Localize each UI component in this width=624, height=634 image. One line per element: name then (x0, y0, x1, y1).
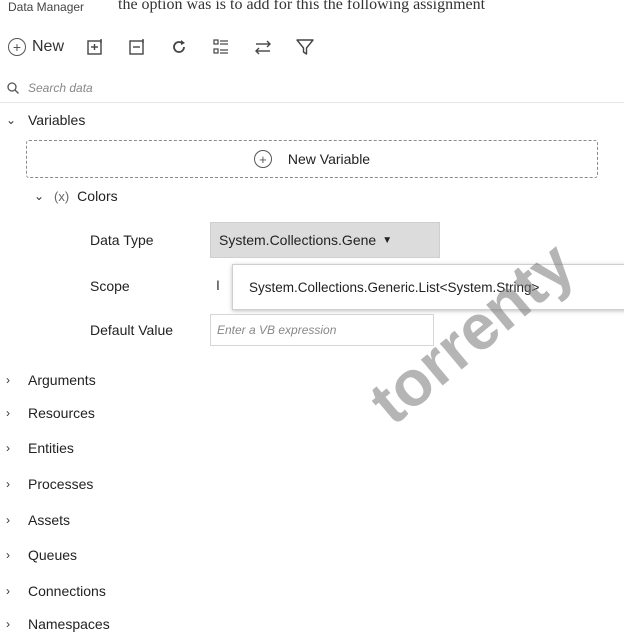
new-variable-label: New Variable (287, 151, 371, 167)
tree-item-entities[interactable]: › Entities (6, 438, 74, 458)
add-circle-icon: + (8, 38, 26, 56)
refresh-icon[interactable] (168, 36, 190, 58)
tree-item-namespaces[interactable]: › Namespaces (6, 614, 110, 634)
data-type-select[interactable]: System.Collections.Gene ▼ (210, 222, 440, 258)
chevron-right-icon: › (6, 477, 10, 491)
add-circle-icon: + (253, 150, 272, 168)
section-label: Queues (28, 547, 78, 563)
search-input[interactable] (26, 80, 530, 96)
tree-item-processes[interactable]: › Processes (6, 474, 93, 494)
tree-item-assets[interactable]: › Assets (6, 510, 70, 530)
variable-icon: (x) (54, 188, 70, 204)
tree-item-colors[interactable]: ⌄ (x) Colors (34, 188, 118, 204)
section-label: Processes (28, 476, 94, 492)
sort-icon[interactable] (252, 36, 274, 58)
data-type-tooltip: System.Collections.Generic.List<System.S… (232, 264, 624, 310)
data-type-value: System.Collections.Gene (219, 232, 377, 248)
colors-label: Colors (77, 188, 118, 204)
new-button-label: New (32, 38, 65, 55)
toolbar: + New (8, 34, 336, 60)
chevron-right-icon: › (6, 441, 10, 455)
expand-all-icon[interactable] (84, 36, 106, 58)
chevron-down-icon: ⌄ (34, 189, 45, 203)
new-button[interactable]: + New (8, 38, 64, 56)
section-label: Namespaces (28, 616, 110, 632)
chevron-right-icon: › (6, 373, 10, 387)
filter-icon[interactable] (294, 36, 316, 58)
search-bar (0, 74, 624, 103)
top-cut-text: the option was is to add for this the fo… (118, 0, 486, 13)
section-label: Entities (28, 440, 74, 456)
chevron-right-icon: › (6, 617, 10, 631)
default-value-label: Default Value (90, 322, 174, 338)
variables-label: Variables (28, 112, 86, 128)
caret-down-icon: ▼ (382, 234, 393, 246)
panel-title: Data Manager (8, 0, 85, 14)
tree-item-resources[interactable]: › Resources (6, 403, 95, 423)
collapse-all-icon[interactable] (126, 36, 148, 58)
tree-item-arguments[interactable]: › Arguments (6, 370, 96, 390)
chevron-down-icon: ⌄ (6, 113, 17, 127)
section-label: Connections (28, 583, 106, 599)
section-label: Assets (28, 512, 71, 528)
scope-label: Scope (90, 278, 130, 294)
chevron-right-icon: › (6, 513, 10, 527)
list-view-icon[interactable] (210, 36, 232, 58)
chevron-right-icon: › (6, 548, 10, 562)
new-variable-button[interactable]: + New Variable (26, 140, 598, 178)
search-icon (7, 82, 19, 94)
tree-item-connections[interactable]: › Connections (6, 581, 106, 601)
data-type-label: Data Type (90, 232, 154, 248)
section-label: Resources (28, 405, 95, 421)
tree-item-queues[interactable]: › Queues (6, 545, 77, 565)
section-label: Arguments (28, 372, 96, 388)
chevron-right-icon: › (6, 406, 10, 420)
tree-item-variables[interactable]: ⌄ Variables (6, 110, 85, 130)
default-value-input[interactable] (210, 314, 434, 346)
chevron-right-icon: › (6, 584, 10, 598)
